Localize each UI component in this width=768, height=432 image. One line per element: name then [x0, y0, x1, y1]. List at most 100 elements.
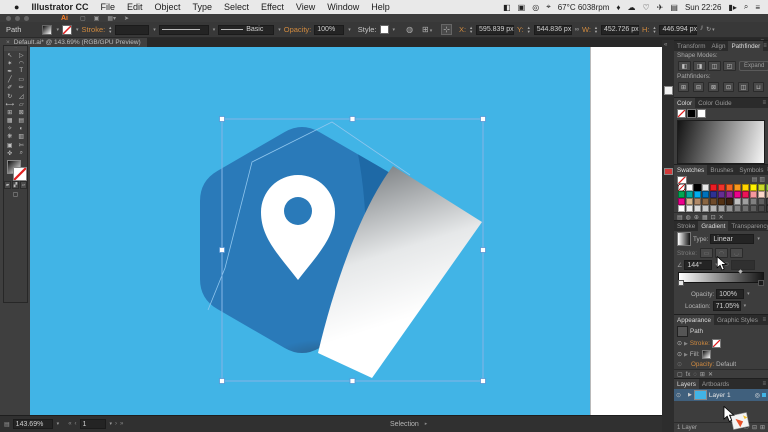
swatch[interactable] [717, 198, 725, 205]
stroke-dropdown-arrow[interactable]: ▾ [76, 27, 79, 33]
menu-window[interactable]: Window [321, 2, 365, 12]
merge-button[interactable]: ⊠ [708, 82, 719, 92]
tab-stroke[interactable]: Stroke [674, 221, 698, 231]
free-transform-tool[interactable]: ▱ [16, 100, 28, 108]
none-swatch[interactable] [677, 175, 687, 184]
swatch[interactable] [677, 198, 685, 205]
w-field[interactable]: 452.726 px [600, 24, 639, 35]
menu-effect[interactable]: Effect [255, 2, 290, 12]
swatch[interactable] [709, 198, 717, 205]
app-menu-title[interactable]: Illustrator CC [25, 2, 94, 12]
stroke-swatch[interactable] [61, 24, 72, 35]
appearance-fill-row[interactable]: ⊙ ▶ Fill: [674, 349, 768, 360]
status-menu-icon[interactable]: ▸ [425, 421, 428, 427]
pen-tool[interactable]: ✒ [4, 67, 16, 75]
reference-point-icon[interactable]: ⊹ [441, 24, 452, 35]
appearance-stroke-swatch[interactable] [711, 339, 721, 348]
duplicate-item-icon[interactable]: ⊞ [700, 371, 705, 378]
menu-help[interactable]: Help [365, 2, 396, 12]
layer-selection-indicator[interactable] [762, 393, 766, 397]
tab-swatches[interactable]: Swatches [674, 165, 708, 175]
opacity-arrow[interactable]: ▾ [348, 27, 351, 33]
stroke-within-button[interactable]: ▭ [699, 248, 713, 258]
control-center-icon[interactable]: ≡ [755, 3, 760, 12]
gradient-stop-end[interactable] [758, 280, 764, 286]
direct-selection-tool[interactable]: ▷ [16, 51, 28, 59]
prev-artboard-icon[interactable]: ‹ [75, 421, 77, 427]
brush-select[interactable]: Basic [218, 24, 275, 35]
stroke-weight-field[interactable] [115, 24, 150, 35]
column-graph-tool[interactable]: ▥ [16, 133, 28, 141]
disk-monitor-icon[interactable]: ◎ [532, 3, 539, 12]
tab-color[interactable]: Color [674, 98, 696, 108]
expand-panels-icon[interactable]: « [664, 42, 667, 48]
width-profile-arrow[interactable]: ▾ [213, 27, 216, 33]
gradient-type-select[interactable]: Linear [710, 234, 755, 244]
rotate-icon[interactable]: ↻▾ [706, 26, 715, 33]
y-stepper[interactable]: ▲ ▼ [527, 25, 531, 34]
tab-brushes[interactable]: Brushes [707, 165, 736, 175]
ink-level-icon[interactable]: ♦ [616, 3, 620, 12]
gradient-location-field[interactable]: 71.05% [712, 301, 741, 311]
layer-target-icon[interactable]: ◎ [755, 392, 760, 399]
link-dimensions-icon[interactable]: ∞ [575, 27, 579, 33]
minus-back-button[interactable]: ⊔ [753, 82, 764, 92]
layer-visibility-icon[interactable]: ⊙ [676, 392, 681, 399]
visibility-eye-icon[interactable]: ⊙ [677, 340, 682, 347]
width-profile-select[interactable] [158, 24, 209, 35]
magic-wand-tool[interactable]: ✶ [4, 59, 16, 67]
type-tool[interactable]: T [16, 67, 28, 75]
swatch[interactable] [717, 205, 725, 212]
tab-layers[interactable]: Layers [674, 379, 699, 389]
swatch[interactable] [709, 184, 717, 191]
swatch[interactable] [701, 205, 709, 212]
shape-builder-tool[interactable]: ⊞ [4, 108, 16, 116]
artboard-arrow[interactable]: ▾ [110, 421, 113, 427]
rectangle-tool[interactable]: ▭ [16, 76, 28, 84]
swatch[interactable] [693, 184, 701, 191]
disclosure-icon[interactable]: ▶ [684, 352, 688, 358]
panel-menu-icon[interactable]: ≡ [763, 41, 768, 51]
menu-edit[interactable]: Edit [121, 2, 149, 12]
swatch[interactable] [701, 198, 709, 205]
swatch[interactable] [733, 191, 741, 198]
bridge-icon[interactable]: ▢ [80, 15, 86, 22]
clock[interactable]: Sun 22:26 [685, 3, 721, 12]
h-field[interactable]: 446.994 px [659, 24, 698, 35]
y-field[interactable]: 544.836 px [533, 24, 572, 35]
fill-swatch[interactable] [42, 24, 53, 35]
swatch[interactable] [685, 205, 693, 212]
close-window-button[interactable] [6, 15, 11, 21]
eyedropper-tool[interactable]: ✧ [4, 125, 16, 133]
scale-tool[interactable]: ◿ [16, 92, 28, 100]
menu-select[interactable]: Select [218, 2, 255, 12]
tab-transparency[interactable]: Transparency [728, 221, 768, 231]
gradient-location-arrow[interactable]: ▾ [744, 303, 747, 309]
swatch[interactable] [685, 198, 693, 205]
swatch[interactable] [741, 205, 749, 212]
swatch[interactable] [741, 198, 749, 205]
swatch[interactable] [693, 205, 701, 212]
zoom-tool[interactable]: ⌕ [16, 149, 28, 157]
tab-appearance[interactable]: Appearance [674, 315, 714, 325]
x-field[interactable]: 595.839 px [476, 24, 515, 35]
stroke-across-button[interactable]: ◡ [729, 248, 743, 258]
swatch[interactable] [725, 205, 733, 212]
brush-arrow[interactable]: ▾ [278, 27, 281, 33]
rotate-tool[interactable]: ↻ [4, 92, 16, 100]
zoom-arrow[interactable]: ▾ [57, 421, 60, 427]
unite-button[interactable]: ◧ [678, 61, 691, 71]
crop-button[interactable]: ⊡ [723, 82, 734, 92]
outline-button[interactable]: ◫ [738, 82, 749, 92]
perspective-grid-tool[interactable]: ⊠ [16, 108, 28, 116]
swatch[interactable] [733, 184, 741, 191]
document-setup-icon[interactable]: ◍ [406, 25, 413, 34]
grid-view-icon[interactable]: ▥ [759, 176, 765, 183]
opacity-label[interactable]: Opacity: [284, 25, 312, 34]
location-icon[interactable]: ⌖ [546, 2, 551, 12]
tab-align[interactable]: Align [708, 41, 728, 51]
menu-object[interactable]: Object [148, 2, 186, 12]
swatch[interactable] [701, 184, 709, 191]
color-spectrum-ramp[interactable] [677, 120, 765, 164]
airplane-icon[interactable]: ✈ [657, 3, 664, 12]
